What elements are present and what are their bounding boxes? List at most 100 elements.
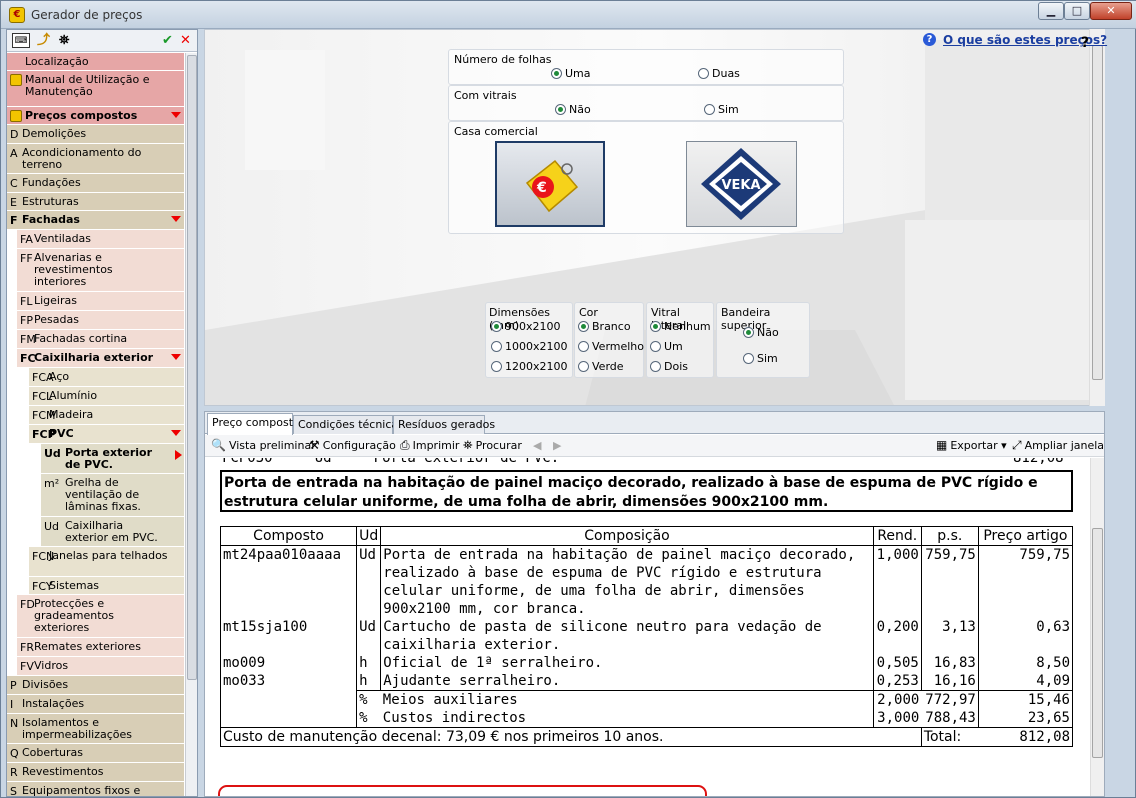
close-button[interactable]: ✕ [1090,2,1132,20]
tree-item-label: Aço [49,370,70,383]
radio-transom-no[interactable]: Não [743,326,779,339]
tree-item[interactable]: Ud Caixilharia exterior em PVC. [41,517,184,547]
tree-item[interactable]: Manual de Utilização e Manutenção [7,71,184,107]
button-label: Configuração [322,439,396,452]
keyboard-icon[interactable]: ⌨ [12,33,30,48]
maximize-button[interactable]: □ [1064,2,1090,20]
tree-item[interactable]: Q Coberturas [7,744,184,763]
radio-side-none[interactable]: Nenhum [650,320,711,333]
tree-item-label: Alumínio [49,389,98,402]
radio-label: Uma [565,67,591,80]
radio-white[interactable]: Branco [578,320,631,333]
item-description: Porta de entrada na habitação de painel … [220,470,1073,512]
scrollbar-thumb[interactable] [1092,528,1103,758]
tree-item[interactable]: FCM Madeira [29,406,184,425]
tree-item[interactable]: D Demolições [7,125,184,144]
radio-900x2100[interactable]: 900x2100 [491,320,561,333]
generic-price-button[interactable]: € [495,141,605,227]
search-button[interactable]: ⛯ Procurar [463,439,522,453]
tree-item[interactable]: FCY Sistemas [29,577,184,595]
back-arrow-icon[interactable]: ◀ [533,439,541,452]
radio-one-sheet[interactable]: Uma [551,67,591,80]
tree-item[interactable]: FM Fachadas cortina [17,330,184,349]
tree-item[interactable]: S Equipamentos fixos e [7,782,184,796]
radio-red[interactable]: Vermelho [578,340,644,353]
radio-yes-stained-glass[interactable]: Sim [704,103,739,116]
tree-item[interactable]: FP Pesadas [17,311,184,330]
tree-item[interactable]: m² Grelha de ventilação de lâminas fixas. [41,474,184,517]
price-tag-icon [10,110,22,122]
tree-item[interactable]: FF Alvenarias e revestimentos interiores [17,249,184,292]
tree-item[interactable]: FCN Janelas para telhados [29,547,184,577]
tree-item[interactable]: Localização [7,53,184,71]
tree-item[interactable]: P Divisões [7,676,184,695]
tree-item[interactable]: FCL Alumínio [29,387,184,406]
tree-item[interactable]: FR Remates exteriores [17,638,184,657]
minimize-button[interactable]: ▁ [1038,2,1064,20]
scrollbar-thumb[interactable] [1092,45,1103,380]
collapse-arrow-icon[interactable] [171,216,181,222]
tree-item[interactable]: Preços compostos [7,107,184,125]
context-help-icon[interactable]: ? [1081,35,1089,51]
sidebar-scrollbar[interactable] [185,53,197,796]
svg-text:VEKA: VEKA [721,178,760,193]
radio-transom-yes[interactable]: Sim [743,352,778,365]
binoculars-icon[interactable]: ⛯ [59,33,69,48]
veka-brand-button[interactable]: VEKA [686,141,797,227]
scrollbar-thumb[interactable] [187,55,197,680]
window-title: Gerador de preços [31,8,143,22]
tab-composite-price[interactable]: Preço composto [207,413,300,435]
tree-item-label: Vidros [34,659,69,672]
options-scrollbar[interactable] [1089,29,1105,406]
tree-item[interactable]: A Acondicionamento do terreno [7,144,184,174]
help-icon[interactable]: ? [923,33,936,46]
tree-item[interactable]: FA Ventiladas [17,230,184,249]
tree-item[interactable]: FC Caixilharia exterior [17,349,184,368]
export-button[interactable]: ▦ Exportar ▾ [936,439,1007,453]
cell-unit-price: 772,97 [921,690,979,709]
forward-arrow-icon[interactable]: ▶ [553,439,561,452]
tree-item[interactable]: FV Vidros [17,657,184,676]
collapse-arrow-icon[interactable] [171,354,181,360]
radio-two-sheets[interactable]: Duas [698,67,740,80]
check-icon[interactable]: ✔ [162,33,173,48]
tree-item-label: PVC [49,427,74,440]
tree-item[interactable]: E Estruturas [7,193,184,211]
table-row: mo033 h Ajudante serralheiro. 0,253 16,16 4,0… [219,672,1074,691]
print-button[interactable]: ⎙ Imprimir [400,439,459,453]
tree-item[interactable]: FCA Aço [29,368,184,387]
settings-button[interactable]: ⚒ Configuração [309,439,396,453]
document-scrollbar[interactable] [1090,458,1104,796]
cell-code: mo033 [219,672,357,691]
tree-item[interactable]: N Isolamentos e impermeabilizações [7,714,184,744]
radio-green[interactable]: Verde [578,360,624,373]
tree-item[interactable]: I Instalações [7,695,184,714]
tree-item[interactable]: R Revestimentos [7,763,184,782]
title-bar[interactable]: € Gerador de preços ▁ □ ✕ [1,1,1136,29]
tree-item[interactable]: FD Protecções e gradeamentos exteriores [17,595,184,638]
stained-glass-group: Com vitrais [448,85,844,121]
cancel-icon[interactable]: ✕ [180,33,191,48]
collapse-arrow-icon[interactable] [171,430,181,436]
radio-no-stained-glass[interactable]: Não [555,103,591,116]
tree-item[interactable]: FL Ligeiras [17,292,184,311]
preview-button[interactable]: 🔍 Vista preliminar [211,439,316,453]
radio-1000x2100[interactable]: 1000x2100 [491,340,568,353]
tree-item[interactable]: F Fachadas [7,211,184,230]
radio-side-two[interactable]: Dois [650,360,688,373]
tab-generated-waste[interactable]: Resíduos gerados [393,415,495,434]
radio-1200x2100[interactable]: 1200x2100 [491,360,568,373]
tree-item[interactable]: FCP PVC [29,425,184,444]
tree-item[interactable]: Ud Porta exterior de PVC. [41,444,184,474]
enlarge-window-button[interactable]: ⤢ Ampliar janela [1012,439,1104,453]
tree-item-code: m² [44,477,60,490]
sidebar-toolbar: ⌨ ⤴ ⛯ ✔ ✕ [7,30,197,52]
radio-side-one[interactable]: Um [650,340,683,353]
tree-item-label: Acondicionamento do terreno [22,146,142,171]
tree-item[interactable]: C Fundações [7,174,184,193]
cell-description: Meios auxiliares [380,690,874,709]
tab-technical-conditions[interactable]: Condições técnicas [293,415,404,434]
collapse-arrow-icon[interactable] [171,112,181,118]
tree-item-code: F [10,214,18,227]
level-up-icon[interactable]: ⤴ [37,33,50,48]
